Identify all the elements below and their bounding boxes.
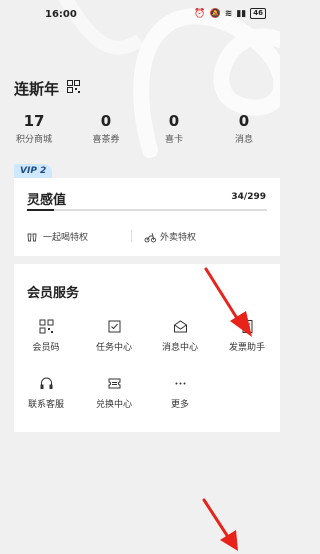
stat-cards[interactable]: 0 喜卡 (146, 112, 202, 145)
status-bar: 16:00 ⏰ 🔕 ≋ ▮▮ 46 (0, 0, 280, 30)
mute-icon: 🔕 (209, 8, 221, 19)
stat-value: 0 (168, 112, 180, 130)
stat-points-mall[interactable]: 17 积分商城 (6, 112, 62, 145)
red-arrow-annotation (202, 498, 238, 551)
vip-progress-bar (27, 209, 267, 211)
service-customer-support[interactable]: 联系客服 (16, 376, 76, 410)
member-qr-icon[interactable] (67, 80, 80, 93)
invoice-icon (242, 320, 252, 333)
service-member-code[interactable]: 会员码 (16, 319, 76, 353)
vip-card[interactable]: 灵感值 34/299 一起喝特权 外卖特权 (14, 178, 280, 256)
perk-delivery[interactable]: 外卖特权 (144, 230, 196, 243)
more-dots-icon (175, 382, 185, 385)
perk-label: 一起喝特权 (43, 233, 89, 243)
stat-value: 17 (23, 112, 45, 130)
stat-value: 0 (100, 112, 112, 130)
vip-level-badge: VIP 2 (14, 164, 53, 178)
services-title: 会员服务 (27, 286, 80, 301)
status-icons: ⏰ 🔕 ≋ ▮▮ 46 (194, 8, 266, 19)
service-label: 更多 (170, 400, 189, 410)
stat-label: 消息 (234, 135, 253, 145)
vip-title: 灵感值 (27, 193, 67, 208)
stat-tea-coupons[interactable]: 0 喜茶券 (78, 112, 134, 145)
stat-label: 喜卡 (164, 135, 183, 145)
headset-icon (40, 377, 52, 389)
signal-icon: ▮▮ (236, 8, 247, 19)
service-label: 任务中心 (95, 343, 132, 353)
perk-divider (131, 230, 132, 242)
service-label: 联系客服 (27, 400, 64, 410)
task-list-icon (108, 320, 120, 333)
ticket-icon (108, 378, 120, 389)
service-redeem-center[interactable]: 兑换中心 (84, 376, 144, 410)
service-task-center[interactable]: 任务中心 (84, 319, 144, 353)
stat-messages[interactable]: 0 消息 (216, 112, 272, 145)
cups-icon (27, 233, 37, 241)
status-time: 16:00 (45, 9, 77, 20)
service-label: 发票助手 (228, 343, 265, 353)
vip-progress-fill (27, 209, 55, 211)
alarm-icon: ⏰ (194, 8, 206, 19)
stat-label: 喜茶券 (92, 135, 120, 145)
service-label: 消息中心 (161, 343, 198, 353)
service-invoice-assistant[interactable]: 发票助手 (217, 319, 277, 353)
scooter-icon (144, 232, 156, 242)
service-label: 会员码 (32, 343, 60, 353)
user-name: 连斯年 (14, 80, 60, 98)
perk-label: 外卖特权 (160, 233, 197, 243)
member-services-card: 会员服务 会员码 任务中心 消息中心 发票助手 联系客服 兑换中心 更多 (14, 264, 280, 432)
vip-progress-text: 34/299 (231, 192, 266, 202)
wifi-icon: ≋ (224, 8, 233, 19)
service-more[interactable]: 更多 (150, 376, 210, 410)
service-label: 兑换中心 (95, 400, 132, 410)
envelope-icon (173, 320, 187, 333)
qr-code-icon (39, 319, 53, 334)
stat-label: 积分商城 (15, 135, 52, 145)
perk-drink-together[interactable]: 一起喝特权 (27, 230, 88, 243)
service-message-center[interactable]: 消息中心 (150, 319, 210, 353)
stat-value: 0 (238, 112, 250, 130)
battery-icon: 46 (250, 8, 266, 19)
